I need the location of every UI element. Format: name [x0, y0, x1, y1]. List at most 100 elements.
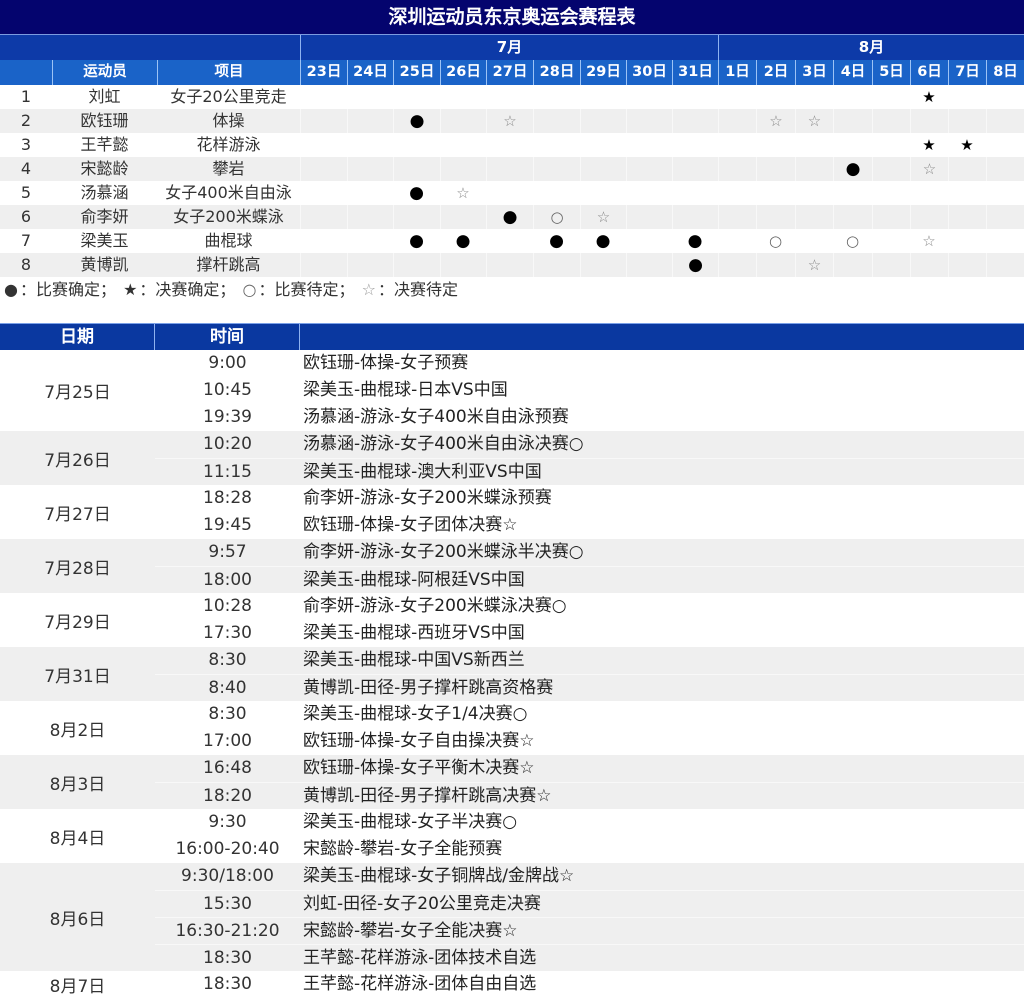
- confirmed-match-dot-icon: ●: [502, 207, 518, 227]
- schedule-event: 宋懿龄-攀岩-女子全能预赛: [303, 839, 503, 859]
- schedule-day-cell: [672, 85, 718, 109]
- day-header-cell: 6日: [910, 60, 948, 85]
- schedule-day-cell: [486, 253, 533, 277]
- schedule-time: 17:00: [203, 731, 252, 751]
- athlete-number: 8: [20, 255, 32, 274]
- schedule-time: 9:30/18:00: [181, 866, 274, 886]
- schedule-event: 梁美玉-曲棍球-女子1/4决赛○: [303, 704, 528, 724]
- schedule-day-cell: ●: [672, 229, 718, 253]
- day-header-cell: 31日: [672, 60, 718, 85]
- legend-outline-star-icon: ☆: [361, 280, 376, 299]
- schedule-day-cell: [300, 253, 347, 277]
- schedule-day-cell: [486, 85, 533, 109]
- schedule-day-cell: [833, 181, 872, 205]
- schedule-entry: 8:30 梁美玉-曲棍球-中国VS新西兰: [155, 647, 1024, 674]
- schedule-day-cell: [795, 157, 833, 181]
- month-header-row: 7月 8月: [0, 35, 1024, 60]
- athlete-event: 女子400米自由泳: [165, 183, 292, 202]
- schedule-day-cell: ☆: [910, 229, 948, 253]
- schedule-day-cell: [533, 181, 580, 205]
- schedule-day-cell: [300, 133, 347, 157]
- schedule-date: 7月26日: [44, 450, 111, 471]
- legend-star-icon: ★: [123, 280, 138, 299]
- schedule-day-cell: ○: [533, 205, 580, 229]
- athlete-number: 4: [20, 159, 32, 178]
- schedule-entry: 18:30 王芊懿-花样游泳-团体技术自选: [155, 944, 1024, 971]
- schedule-event: 俞李妍-游泳-女子200米蝶泳预赛: [303, 488, 552, 508]
- schedule-day-group: 7月31日 8:30 梁美玉-曲棍球-中国VS新西兰 8:40 黄博凯-田径-男子撑杆跳…: [0, 647, 1024, 701]
- schedule-day-cell: [948, 109, 986, 133]
- schedule-time: 10:45: [203, 380, 252, 400]
- schedule-day-cell: [910, 205, 948, 229]
- schedule-day-group: 7月27日 18:28 俞李妍-游泳-女子200米蝶泳预赛 19:45 欧钰珊-体操-女…: [0, 485, 1024, 539]
- schedule-entry: 9:30 梁美玉-曲棍球-女子半决赛○: [155, 809, 1024, 836]
- schedule-day-cell: [756, 133, 795, 157]
- schedule-day-cell: [486, 157, 533, 181]
- day-header-cell: 30日: [626, 60, 672, 85]
- schedule-day-cell: [580, 109, 626, 133]
- schedule-entry: 10:20 汤慕涵-游泳-女子400米自由泳决赛○: [155, 431, 1024, 458]
- schedule-day-cell: [795, 181, 833, 205]
- schedule-day-cell: [986, 205, 1024, 229]
- schedule-day-cell: ●: [440, 229, 486, 253]
- schedule-entry: 10:28 俞李妍-游泳-女子200米蝶泳决赛○: [155, 593, 1024, 620]
- schedule-day-cell: [986, 253, 1024, 277]
- athlete-name: 王芊懿: [80, 135, 129, 154]
- schedule-time: 8:30: [208, 704, 247, 724]
- schedule-time: 8:40: [208, 678, 247, 698]
- schedule-entry: 18:30 王芊懿-花样游泳-团体自由自选: [155, 971, 1024, 998]
- day-header-cell: 23日: [300, 60, 347, 85]
- schedule-day-group: 7月29日 10:28 俞李妍-游泳-女子200米蝶泳决赛○ 17:30 梁美玉-曲棍球…: [0, 593, 1024, 647]
- schedule-event: 俞李妍-游泳-女子200米蝶泳决赛○: [303, 596, 567, 616]
- schedule-time: 10:28: [203, 596, 252, 616]
- schedule-day-cell: [948, 157, 986, 181]
- pending-match-circle-icon: ○: [550, 208, 564, 226]
- athlete-name: 汤慕涵: [80, 183, 129, 202]
- schedule-day-group: 8月4日 9:30 梁美玉-曲棍球-女子半决赛○ 16:00-20:40 宋懿龄-攀岩-…: [0, 809, 1024, 863]
- schedule-entry: 15:30 刘虹-田径-女子20公里竞走决赛: [155, 890, 1024, 917]
- schedule-day-group: 8月6日 9:30/18:00 梁美玉-曲棍球-女子铜牌战/金牌战☆ 15:30 刘虹-…: [0, 863, 1024, 971]
- schedule-day-cell: [626, 205, 672, 229]
- pending-final-star-icon: ☆: [922, 160, 937, 178]
- athlete-name: 刘虹: [88, 87, 121, 106]
- schedule-day-cell: ●: [486, 205, 533, 229]
- day-header-cell: 1日: [718, 60, 756, 85]
- schedule-day-cell: [948, 181, 986, 205]
- schedule-day-cell: [580, 85, 626, 109]
- schedule-day-cell: [626, 253, 672, 277]
- schedule-day-cell: [756, 157, 795, 181]
- athlete-event: 曲棍球: [204, 231, 253, 250]
- athlete-event: 体操: [212, 111, 245, 130]
- pending-final-star-icon: ☆: [503, 112, 517, 130]
- schedule-day-cell: ☆: [580, 205, 626, 229]
- legend-outline-star-text: ：决赛待定: [377, 280, 458, 299]
- schedule-day-cell: ●: [672, 253, 718, 277]
- schedule-day-cell: [986, 85, 1024, 109]
- legend: ● ：比赛确定； ★ ：决赛确定； ○ ：比赛待定； ☆ ：决赛待定: [4, 278, 460, 302]
- schedule-date: 8月4日: [49, 828, 106, 849]
- athlete-number: 3: [20, 135, 32, 154]
- schedule-time: 19:45: [203, 515, 252, 535]
- schedule-time: 18:28: [203, 488, 252, 508]
- day-header-cell: 2日: [756, 60, 795, 85]
- event-header: 项目: [157, 60, 300, 85]
- schedule-entry: 8:40 黄博凯-田径-男子撑杆跳高资格赛: [155, 674, 1024, 701]
- athlete-name: 黄博凯: [80, 255, 129, 274]
- schedule-day-cell: [718, 133, 756, 157]
- schedule-day-cell: ★: [948, 133, 986, 157]
- legend-circle-icon: ○: [242, 280, 257, 299]
- schedule-day-cell: [986, 133, 1024, 157]
- day-header-cell: 24日: [347, 60, 393, 85]
- schedule-event: 宋懿龄-攀岩-女子全能决赛☆: [303, 921, 518, 941]
- schedule-day-cell: [347, 133, 393, 157]
- schedule-event-header: [300, 324, 1024, 350]
- schedule-day-cell: ☆: [910, 157, 948, 181]
- schedule-day-cell: [986, 157, 1024, 181]
- schedule-day-cell: [580, 253, 626, 277]
- schedule-time: 18:20: [203, 786, 252, 806]
- confirmed-match-dot-icon: ●: [595, 231, 611, 251]
- schedule-day-cell: [300, 181, 347, 205]
- schedule-day-cell: [626, 181, 672, 205]
- confirmed-final-star-icon: ★: [960, 136, 974, 154]
- schedule-event: 梁美玉-曲棍球-日本VS中国: [303, 380, 508, 400]
